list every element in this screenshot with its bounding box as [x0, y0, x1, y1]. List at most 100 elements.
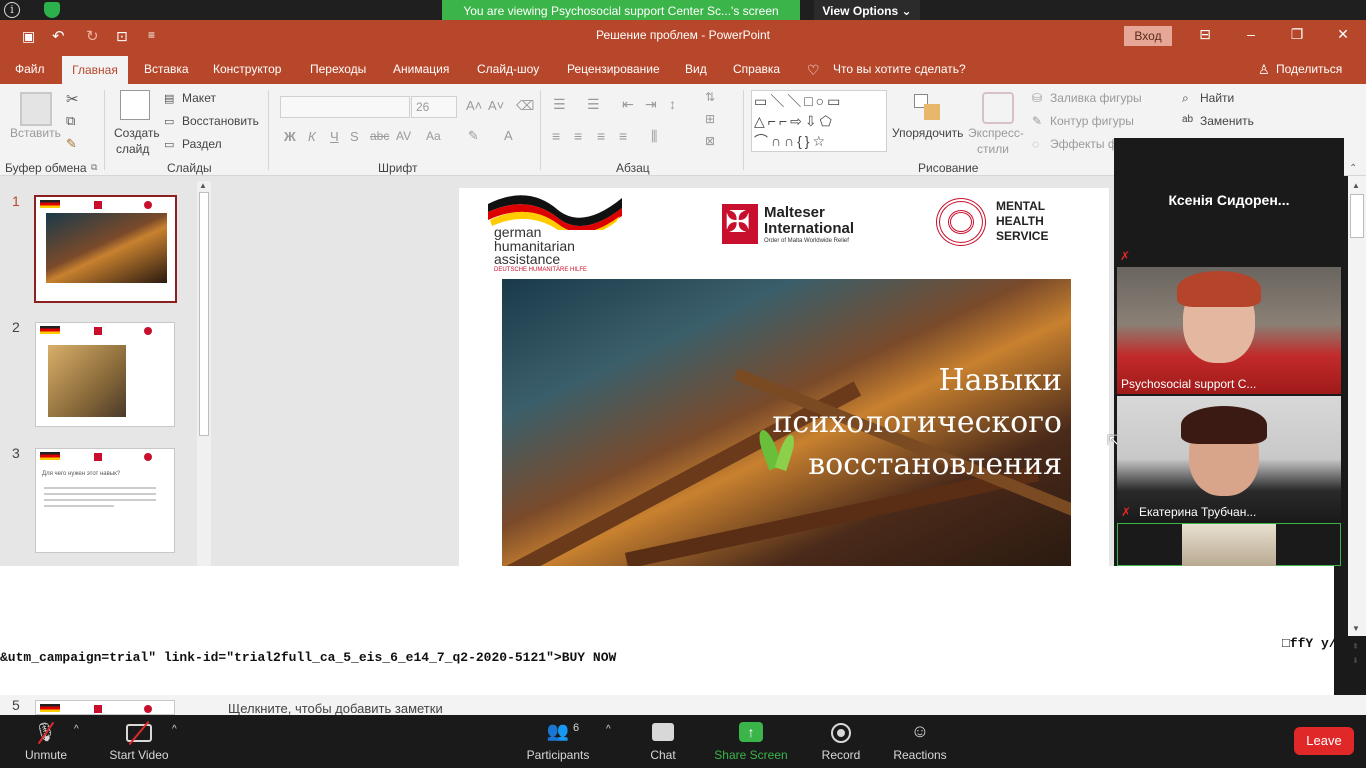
collapse-ribbon-icon[interactable]: ⌃: [1349, 163, 1357, 174]
share-screen-icon[interactable]: ↑: [739, 722, 763, 742]
tab-transitions[interactable]: Переходы: [310, 62, 366, 76]
slide-thumbnail-2[interactable]: [35, 322, 175, 427]
font-size-field[interactable]: 26: [411, 96, 457, 118]
tab-help[interactable]: Справка: [733, 62, 780, 76]
scroll-up-icon[interactable]: ▲: [199, 181, 207, 190]
strikethrough-icon[interactable]: abc: [370, 129, 389, 143]
slide-thumbnail-3[interactable]: Для чего нужен этот навык?: [35, 448, 175, 553]
participant-video-2[interactable]: [1117, 396, 1341, 522]
notes-placeholder[interactable]: Щелкните, чтобы добавить заметки: [228, 701, 443, 716]
font-name-field[interactable]: [280, 96, 410, 118]
find-button[interactable]: Найти: [1200, 91, 1234, 105]
arrange-icon[interactable]: [912, 92, 942, 122]
reactions-button[interactable]: Reactions: [892, 748, 948, 762]
slide-title[interactable]: Навыки психологического восстановления: [640, 360, 1062, 486]
restore-icon[interactable]: ❐: [1282, 26, 1312, 43]
thumbnails-scroll-thumb[interactable]: [199, 192, 209, 436]
tab-home[interactable]: Главная: [62, 56, 128, 84]
shapes-gallery[interactable]: ▭＼＼□○▭ △⌐⌐⇨⇩⬠ ⌒∩∩{}☆: [751, 90, 887, 152]
chat-icon[interactable]: [652, 723, 674, 741]
new-slide-label-2[interactable]: слайд: [116, 142, 149, 156]
section-button[interactable]: Раздел: [182, 137, 222, 151]
chevron-up-icon[interactable]: ^: [74, 724, 79, 735]
participants-button[interactable]: Participants: [524, 748, 592, 762]
tab-view[interactable]: Вид: [685, 62, 707, 76]
bold-icon[interactable]: Ж: [284, 129, 296, 144]
font-grow-icon[interactable]: A˄: [466, 98, 482, 113]
view-options-button[interactable]: View Options ⌄: [814, 0, 920, 22]
cut-icon[interactable]: ✂: [66, 90, 79, 108]
columns-icon[interactable]: ⫼: [651, 128, 657, 145]
new-slide-icon[interactable]: [120, 90, 150, 120]
quick-styles-icon[interactable]: [982, 92, 1014, 124]
align-center-icon[interactable]: ≡: [574, 128, 582, 144]
participant-video-1[interactable]: [1117, 267, 1341, 394]
next-slide-icon[interactable]: ⇟: [1352, 656, 1359, 665]
line-spacing-icon[interactable]: ↕: [669, 96, 676, 112]
smartart-icon[interactable]: ⊠: [705, 134, 715, 148]
unmute-button[interactable]: Unmute: [18, 748, 74, 762]
tab-review[interactable]: Рецензирование: [567, 62, 660, 76]
participants-icon[interactable]: 👥: [544, 721, 572, 742]
reactions-icon[interactable]: ☺: [906, 721, 934, 742]
security-shield-icon[interactable]: [44, 2, 60, 18]
tab-insert[interactable]: Вставка: [144, 62, 189, 76]
underline-icon[interactable]: Ч: [330, 129, 339, 144]
info-icon[interactable]: i: [4, 2, 20, 18]
tab-animations[interactable]: Анимация: [393, 62, 449, 76]
chevron-up-icon[interactable]: ^: [172, 724, 177, 735]
new-slide-label-1[interactable]: Создать: [114, 126, 160, 140]
paste-button[interactable]: Вставить: [10, 126, 61, 140]
char-spacing-icon[interactable]: AV: [396, 129, 411, 143]
close-icon[interactable]: ✕: [1328, 26, 1358, 43]
text-direction-icon[interactable]: ⇅: [705, 90, 715, 104]
dialog-launcher-icon[interactable]: ⧉: [91, 162, 97, 173]
bullets-icon[interactable]: ☰: [553, 96, 566, 113]
decrease-indent-icon[interactable]: ⇤: [622, 96, 634, 113]
italic-icon[interactable]: К: [308, 129, 316, 144]
change-case-icon[interactable]: Aa: [426, 129, 441, 143]
tell-me-search[interactable]: Что вы хотите сделать?: [833, 62, 966, 76]
justify-icon[interactable]: ≡: [619, 128, 627, 144]
paste-icon[interactable]: [20, 92, 52, 126]
signin-button[interactable]: Вход: [1124, 26, 1172, 46]
increase-indent-icon[interactable]: ⇥: [645, 96, 657, 113]
shape-fill-button[interactable]: Заливка фигуры: [1050, 91, 1142, 105]
align-text-icon[interactable]: ⊞: [705, 112, 715, 126]
scroll-down-icon[interactable]: ▼: [1352, 624, 1360, 633]
shadow-icon[interactable]: S: [350, 129, 359, 144]
scroll-up-icon[interactable]: ▲: [1352, 181, 1360, 190]
tab-design[interactable]: Конструктор: [213, 62, 281, 76]
replace-button[interactable]: Заменить: [1200, 114, 1254, 128]
copy-icon[interactable]: ⧉: [66, 113, 75, 129]
reset-button[interactable]: Восстановить: [182, 114, 259, 128]
clear-format-icon[interactable]: ⌫: [516, 98, 534, 114]
slide-thumbnail-1[interactable]: [34, 195, 177, 303]
highlight-icon[interactable]: ✎: [468, 128, 479, 144]
chevron-up-icon[interactable]: ^: [606, 724, 611, 735]
record-button[interactable]: Record: [818, 748, 864, 762]
tab-slideshow[interactable]: Слайд-шоу: [477, 62, 539, 76]
chat-button[interactable]: Chat: [646, 748, 680, 762]
ribbon-display-icon[interactable]: ⊟: [1190, 26, 1220, 43]
arrange-button[interactable]: Упорядочить: [892, 126, 963, 140]
share-screen-button[interactable]: Share Screen: [714, 748, 788, 762]
record-icon[interactable]: [831, 723, 851, 743]
font-color-icon[interactable]: A: [504, 128, 513, 143]
slide-thumbnail-5[interactable]: [35, 700, 175, 715]
align-left-icon[interactable]: ≡: [552, 128, 560, 144]
align-right-icon[interactable]: ≡: [597, 128, 605, 144]
shape-effects-button[interactable]: Эффекты ф: [1050, 137, 1118, 151]
shape-outline-button[interactable]: Контур фигуры: [1050, 114, 1134, 128]
participant-video-3[interactable]: [1117, 523, 1341, 567]
slide-scrollbar[interactable]: [1348, 176, 1366, 636]
font-shrink-icon[interactable]: A˅: [488, 98, 504, 113]
minimize-icon[interactable]: –: [1236, 26, 1266, 42]
format-painter-icon[interactable]: ✎: [66, 136, 77, 152]
layout-button[interactable]: Макет: [182, 91, 216, 105]
quick-styles-label-2[interactable]: стили: [977, 142, 1009, 156]
numbering-icon[interactable]: ☰: [587, 96, 600, 113]
previous-slide-icon[interactable]: ⇞: [1352, 642, 1359, 651]
quick-styles-label-1[interactable]: Экспресс-: [968, 126, 1024, 140]
start-video-button[interactable]: Start Video: [106, 748, 172, 762]
